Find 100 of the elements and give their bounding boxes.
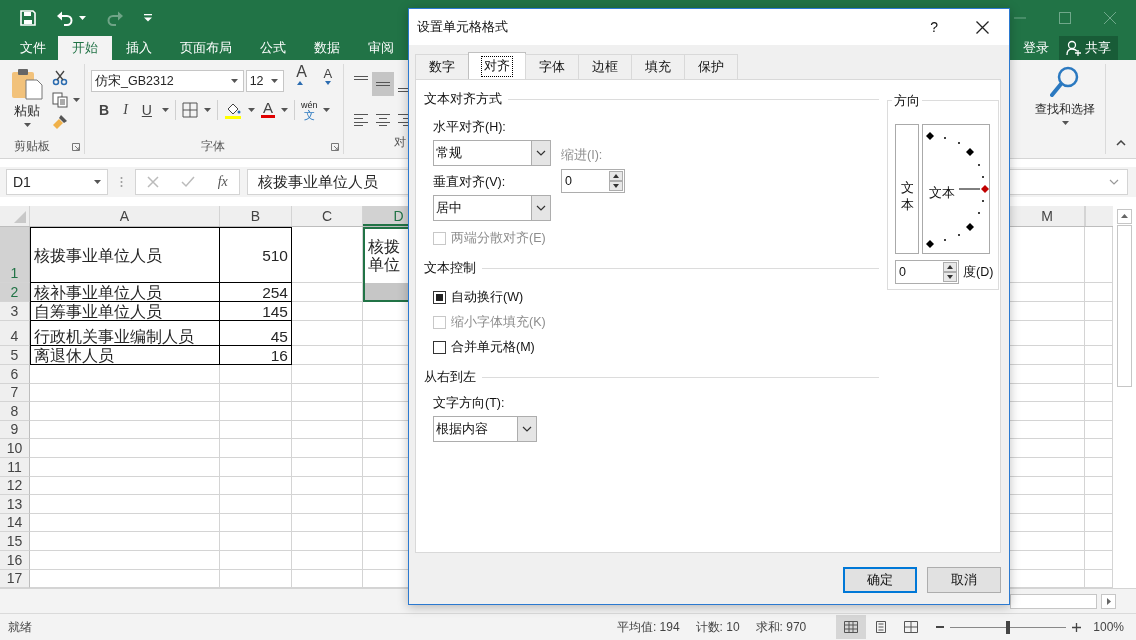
vertical-alignment-dropdown[interactable]: 居中	[433, 195, 551, 221]
ribbon-tab[interactable]: 插入	[112, 36, 166, 60]
spin-down-icon[interactable]	[943, 272, 957, 282]
ribbon-tab[interactable]: 数据	[300, 36, 354, 60]
dialog-button[interactable]: 取消	[927, 567, 1001, 593]
spin-up-icon[interactable]	[943, 262, 957, 272]
table-cell: 254	[220, 283, 292, 302]
checkbox[interactable]	[433, 341, 446, 354]
caret-icon	[230, 79, 238, 83]
scrollbar-thumb[interactable]	[1117, 225, 1132, 387]
field-label: 水平对齐(H):	[433, 119, 507, 136]
normal-view-button[interactable]	[836, 615, 867, 639]
copy-icon[interactable]	[52, 92, 68, 108]
status-text: 就绪	[8, 618, 32, 636]
underline-button[interactable]: U	[137, 101, 156, 118]
indent-spinner[interactable]: 0	[561, 169, 625, 193]
customize-menu-icon[interactable]	[144, 14, 152, 22]
paintbrush-icon[interactable]	[52, 114, 68, 130]
ribbon-tab[interactable]: 审阅	[354, 36, 408, 60]
caret-icon	[280, 107, 288, 112]
caret-icon	[247, 107, 255, 112]
text-direction-dropdown[interactable]: 根据内容	[433, 416, 537, 442]
scissors-icon[interactable]	[52, 70, 68, 86]
dialog-tab[interactable]: 保护	[684, 54, 738, 79]
grow-font-button[interactable]: A	[292, 63, 318, 99]
find-select-button[interactable]: 查找和选择	[1025, 64, 1105, 125]
align-lines-icon	[376, 113, 390, 126]
borders-icon[interactable]	[181, 101, 198, 118]
close-icon[interactable]	[976, 20, 989, 34]
dialog-tab[interactable]: 数字	[415, 54, 469, 79]
scroll-right-icon[interactable]	[1101, 593, 1116, 609]
column-header[interactable]: B	[220, 206, 292, 226]
shrink-font-button[interactable]: A	[319, 66, 343, 96]
table-cell	[220, 383, 292, 403]
row-header[interactable]: 13	[0, 495, 30, 514]
align-lines-icon	[354, 113, 368, 126]
row-header[interactable]: 1	[0, 227, 30, 283]
row-header[interactable]: 3	[0, 302, 30, 321]
group-label: 剪贴板	[14, 139, 50, 154]
row-header[interactable]: 5	[0, 346, 30, 365]
row-header[interactable]: 6	[0, 365, 30, 384]
row-header[interactable]: 8	[0, 402, 30, 421]
dialog-launcher-icon[interactable]	[331, 142, 339, 151]
table-cell	[220, 476, 292, 496]
italic-button[interactable]: I	[119, 101, 132, 118]
checkbox[interactable]	[433, 291, 446, 304]
ribbon-tab[interactable]: 文件	[8, 36, 58, 60]
caret-icon	[271, 79, 279, 83]
font-size-dropdown[interactable]: 12	[245, 70, 285, 92]
font-name-dropdown[interactable]: 仿宋_GB2312	[91, 70, 244, 92]
orientation-dial[interactable]: 文本	[922, 124, 990, 254]
table-cell	[292, 227, 363, 283]
row-header[interactable]: 10	[0, 439, 30, 458]
row-header[interactable]: 4	[0, 321, 30, 346]
table-cell: 行政机关事业编制人员	[30, 321, 220, 346]
align-middle-button[interactable]	[372, 72, 394, 96]
table-cell: 自筹事业单位人员	[30, 302, 220, 321]
horizontal-alignment-dropdown[interactable]: 常规	[433, 140, 551, 166]
paste-button[interactable]: 粘贴	[10, 68, 44, 139]
sign-in-link[interactable]: 登录	[1023, 39, 1053, 57]
collapse-ribbon-icon[interactable]	[1116, 140, 1126, 146]
name-box[interactable]: D1	[6, 169, 108, 195]
checkbox-option[interactable]: 自动换行(W)	[433, 288, 879, 307]
table-cell: 核补事业单位人员	[30, 283, 220, 302]
phonetic-button[interactable]: wén 文	[300, 99, 318, 120]
expand-icon[interactable]	[1109, 179, 1119, 185]
zoom-level[interactable]: 100%	[1093, 620, 1124, 634]
dialog-button[interactable]: 确定	[843, 567, 917, 593]
dialog-tab[interactable]: 对齐	[468, 52, 526, 79]
spin-up-icon[interactable]	[609, 171, 623, 181]
save-icon[interactable]	[20, 10, 36, 26]
share-button[interactable]: 共享	[1059, 36, 1118, 60]
font-color-button[interactable]: A	[260, 101, 275, 118]
table-cell	[220, 365, 292, 384]
caret-icon	[94, 180, 101, 184]
ribbon-tab[interactable]: 开始	[58, 36, 112, 60]
spin-down-icon[interactable]	[609, 181, 623, 191]
help-button[interactable]: ?	[930, 19, 938, 35]
degrees-spinner[interactable]: 0	[895, 260, 959, 284]
scroll-up-icon[interactable]	[1117, 209, 1132, 224]
column-header[interactable]: A	[30, 206, 220, 226]
caret-icon	[323, 107, 331, 112]
chevron-down-icon	[536, 205, 546, 211]
insert-function-button[interactable]: fx	[217, 174, 228, 190]
clipboard-icon	[10, 68, 44, 100]
horizontal-scrollbar[interactable]	[1010, 593, 1097, 609]
vertical-text-button[interactable]: 文本	[895, 124, 919, 254]
row-header[interactable]: 15	[0, 532, 30, 551]
zoom-in-icon[interactable]	[1072, 622, 1082, 632]
dialog-title: 设置单元格格式	[417, 18, 508, 36]
bold-button[interactable]: B	[95, 101, 114, 118]
ribbon-tab[interactable]: 页面布局	[166, 36, 246, 60]
dialog-launcher-icon[interactable]	[72, 142, 80, 151]
dialog-tab[interactable]: 字体	[525, 54, 579, 79]
ribbon-tab[interactable]: 公式	[246, 36, 300, 60]
row-header[interactable]: 2	[0, 283, 30, 302]
chevron-down-icon	[536, 150, 546, 156]
undo-icon[interactable]	[56, 10, 74, 26]
checkbox-option[interactable]: 合并单元格(M)	[433, 338, 879, 357]
checkmark-icon[interactable]	[181, 176, 196, 188]
